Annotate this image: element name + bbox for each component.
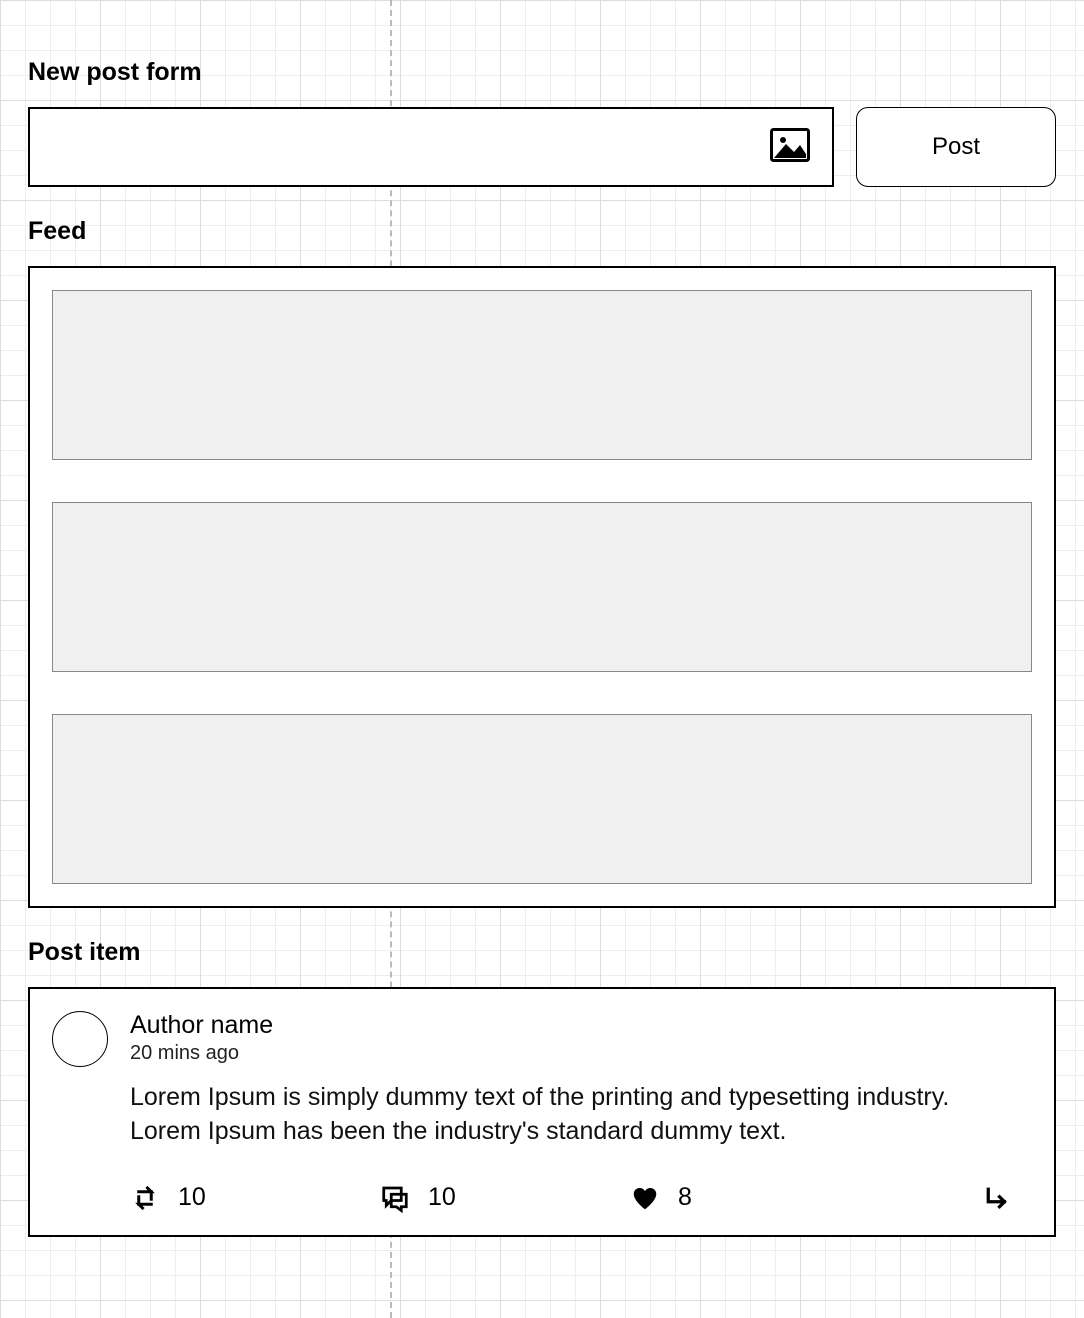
repost-icon [130, 1183, 160, 1213]
feed-item-placeholder [52, 290, 1032, 460]
post-text: Lorem Ipsum is simply dummy text of the … [130, 1081, 1012, 1149]
like-count: 8 [678, 1183, 692, 1212]
comment-icon [380, 1183, 410, 1213]
comment-count: 10 [428, 1183, 456, 1212]
post-timestamp: 20 mins ago [130, 1042, 1012, 1065]
section-label-new-post: New post form [28, 58, 1056, 87]
post-button-label: Post [932, 133, 980, 161]
share-arrow-icon [982, 1183, 1012, 1213]
post-author-name[interactable]: Author name [130, 1011, 1012, 1040]
new-post-input[interactable] [28, 107, 834, 187]
like-button[interactable]: 8 [630, 1183, 880, 1213]
image-icon[interactable] [770, 127, 810, 168]
repost-button[interactable]: 10 [130, 1183, 380, 1213]
heart-icon [630, 1183, 660, 1213]
section-label-post-item: Post item [28, 938, 1056, 967]
feed-item-placeholder [52, 502, 1032, 672]
post-item: Author name 20 mins ago Lorem Ipsum is s… [28, 987, 1056, 1237]
share-button[interactable] [982, 1183, 1012, 1213]
post-button[interactable]: Post [856, 107, 1056, 187]
repost-count: 10 [178, 1183, 206, 1212]
avatar[interactable] [52, 1011, 108, 1067]
new-post-row: Post [28, 107, 1056, 187]
comment-button[interactable]: 10 [380, 1183, 630, 1213]
feed-item-placeholder [52, 714, 1032, 884]
feed-container [28, 266, 1056, 908]
post-actions-bar: 10 10 [130, 1177, 1012, 1213]
section-label-feed: Feed [28, 217, 1056, 246]
